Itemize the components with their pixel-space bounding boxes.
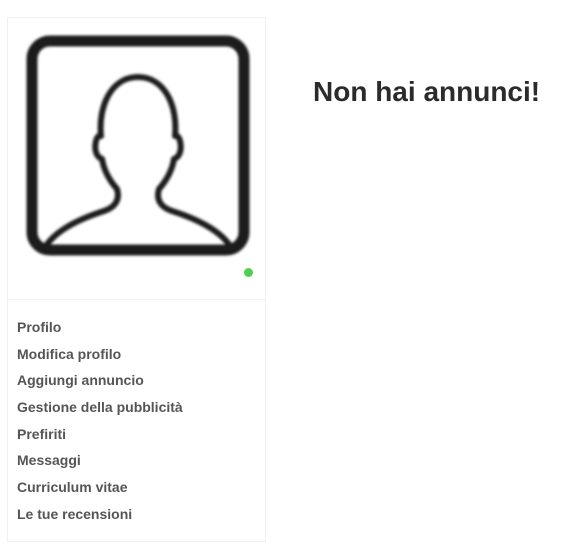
page: Profilo Modifica profilo Aggiungi annunc…: [0, 0, 583, 552]
profile-card: Profilo Modifica profilo Aggiungi annunc…: [7, 17, 266, 542]
menu-item-prefiriti[interactable]: Prefiriti: [17, 424, 265, 451]
menu-item-modifica-profilo[interactable]: Modifica profilo: [17, 344, 265, 371]
menu-item-aggiungi-annuncio[interactable]: Aggiungi annuncio: [17, 370, 265, 397]
online-status-indicator: [244, 268, 253, 277]
menu-item-curriculum-vitae[interactable]: Curriculum vitae: [17, 477, 265, 504]
empty-ads-message: Non hai annunci!: [313, 76, 541, 107]
menu-item-messaggi[interactable]: Messaggi: [17, 450, 265, 477]
menu-item-profilo[interactable]: Profilo: [17, 317, 265, 344]
user-silhouette-icon: [24, 33, 252, 258]
menu-item-recensioni[interactable]: Le tue recensioni: [17, 504, 265, 531]
menu-item-gestione-pubblicita[interactable]: Gestione della pubblicità: [17, 397, 265, 424]
avatar-section: [8, 18, 265, 300]
profile-menu: Profilo Modifica profilo Aggiungi annunc…: [8, 300, 265, 531]
